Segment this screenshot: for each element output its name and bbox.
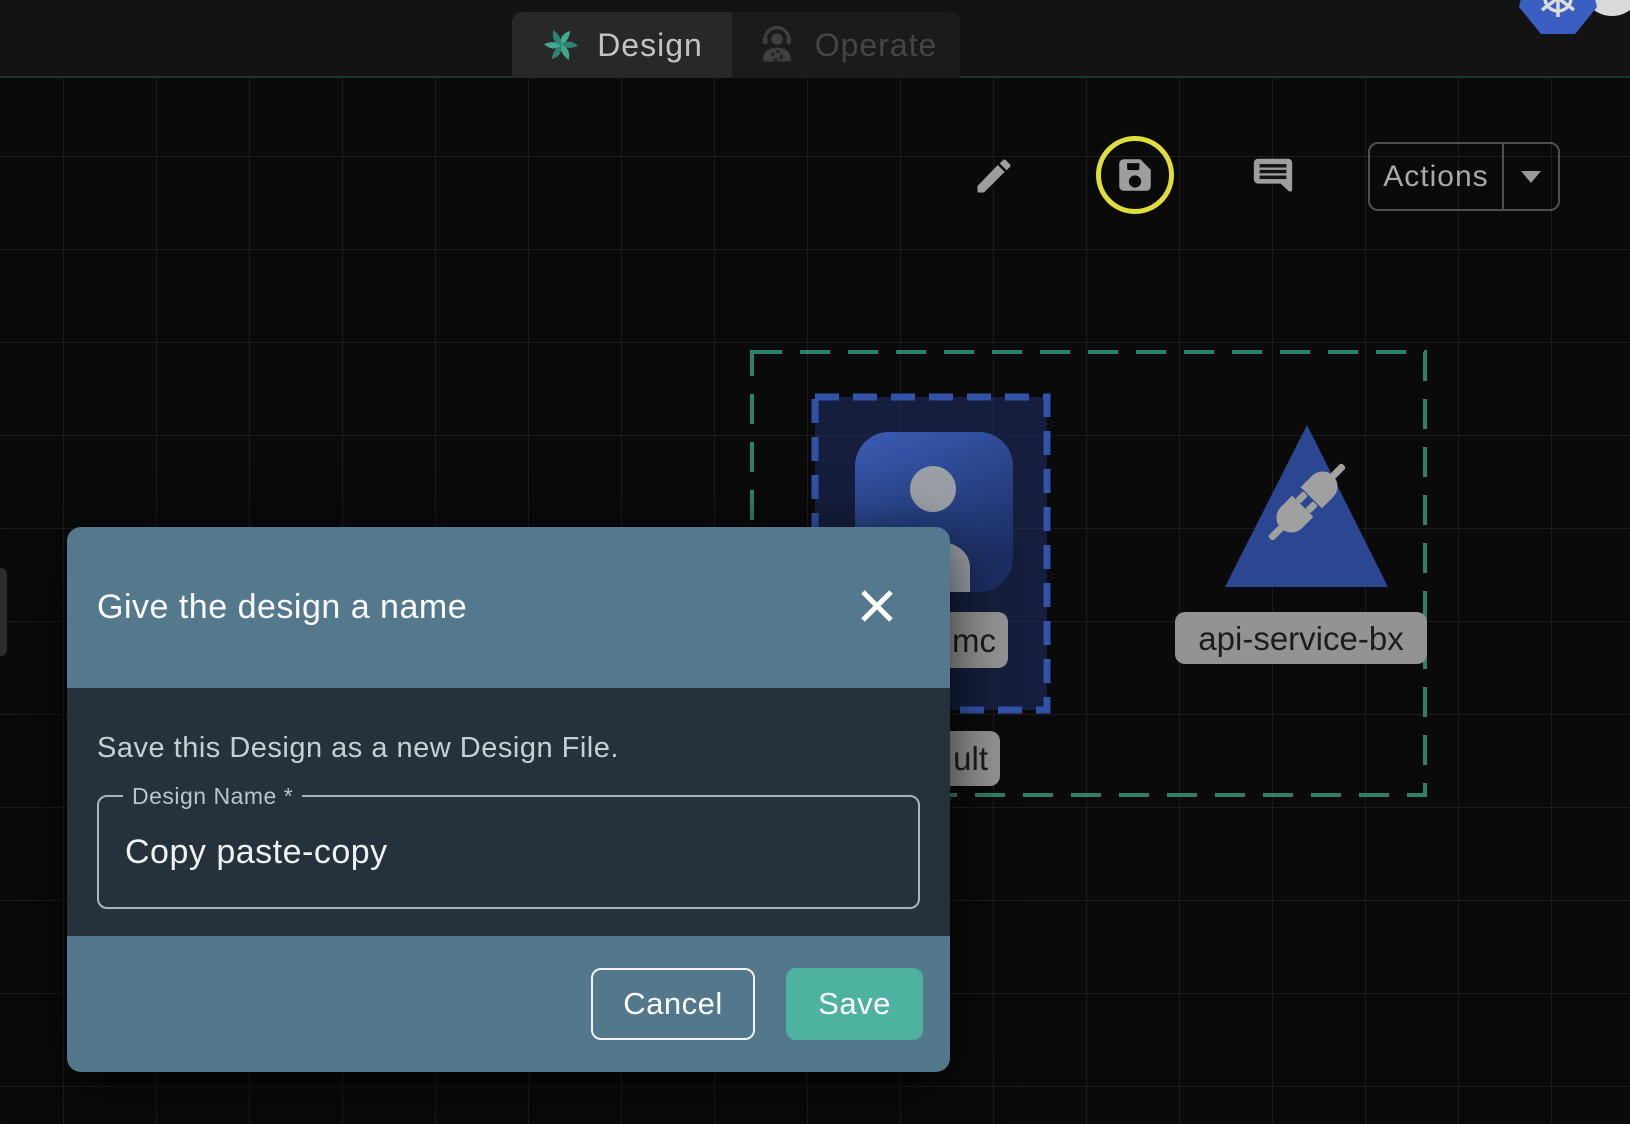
dialog-body: Save this Design as a new Design File. D… <box>67 688 950 936</box>
node-label-api-service: api-service-bx <box>1175 612 1427 664</box>
top-navigation-bar: Design Operate <box>0 0 1630 78</box>
design-name-field: Design Name * <box>97 795 920 909</box>
tab-operate-label: Operate <box>815 27 938 64</box>
meshery-design-icon <box>541 25 581 65</box>
close-icon <box>858 587 896 625</box>
corner-logos <box>1470 0 1630 48</box>
operate-headset-icon <box>755 23 799 67</box>
tab-design[interactable]: Design <box>512 12 732 78</box>
design-name-input[interactable] <box>99 797 918 907</box>
save-design-dialog: Give the design a name Save this Design … <box>67 527 950 1072</box>
kubernetes-icon <box>1519 0 1597 34</box>
tab-operate[interactable]: Operate <box>732 12 960 78</box>
app-window: mc ult api-service-bx Actions <box>0 0 1630 1124</box>
api-service-node[interactable] <box>1225 425 1388 587</box>
dialog-footer: Cancel Save <box>67 936 950 1072</box>
save-button[interactable]: Save <box>786 968 923 1040</box>
dialog-title: Give the design a name <box>97 588 467 627</box>
design-name-label: Design Name * <box>123 783 302 810</box>
mode-tabstrip: Design Operate <box>512 12 960 78</box>
tab-design-label: Design <box>597 27 703 64</box>
close-dialog-button[interactable] <box>856 585 898 627</box>
dialog-header: Give the design a name <box>67 527 950 688</box>
cancel-button[interactable]: Cancel <box>591 968 755 1040</box>
dialog-description: Save this Design as a new Design File. <box>97 688 920 765</box>
